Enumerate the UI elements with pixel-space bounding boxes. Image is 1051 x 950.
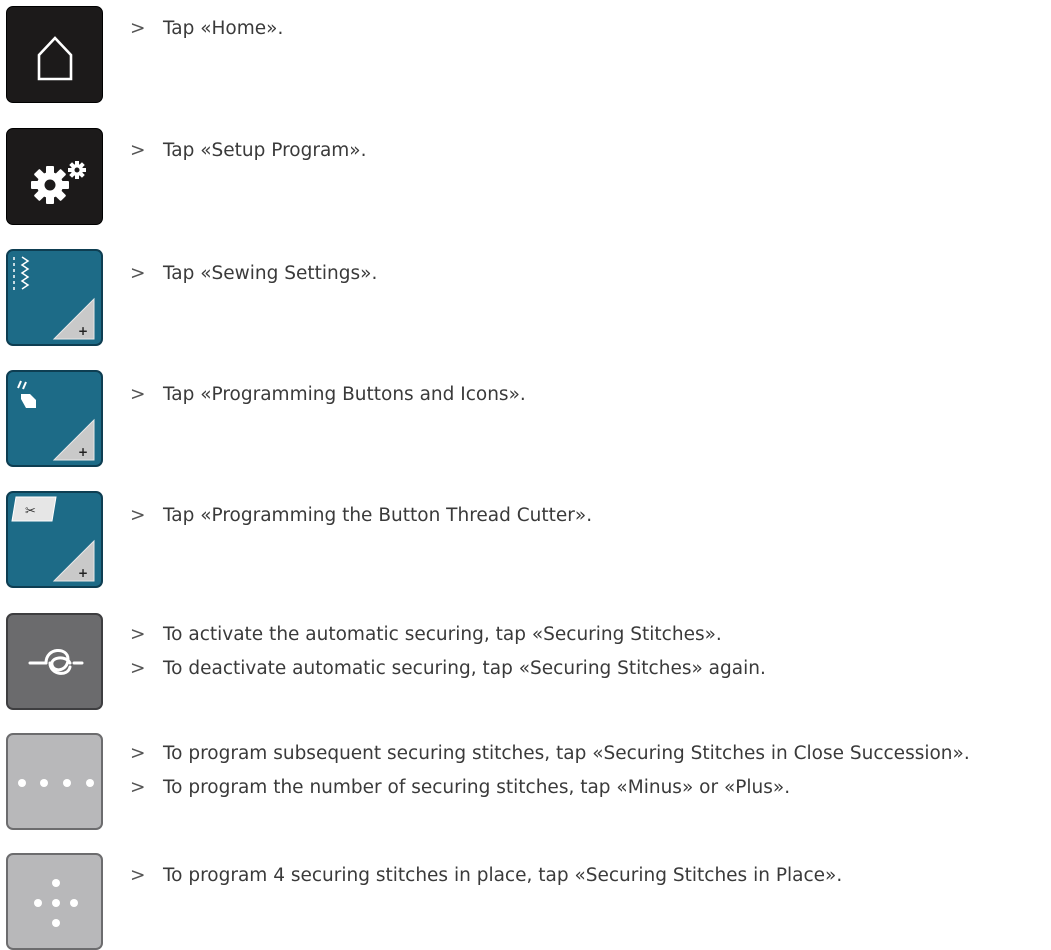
step-text: > Tap «Setup Program».: [130, 140, 367, 161]
step-text: > To program the number of securing stitc…: [130, 777, 791, 798]
sewing-settings-icon: +: [13, 256, 95, 340]
securing-close-succession-button[interactable]: [6, 733, 103, 830]
svg-text:+: +: [78, 566, 88, 580]
thread-cutter-icon: ✂ +: [11, 496, 95, 582]
sewing-settings-button[interactable]: +: [6, 249, 103, 346]
svg-text:✂: ✂: [25, 504, 36, 519]
home-icon: [37, 36, 73, 81]
programming-buttons-button[interactable]: +: [6, 370, 103, 467]
thread-cutter-button[interactable]: ✂ +: [6, 491, 103, 588]
setup-program-button[interactable]: [6, 128, 103, 225]
step-text: > Tap «Home».: [130, 18, 284, 39]
securing-in-place-button[interactable]: [6, 853, 103, 950]
securing-in-place-icon: [34, 879, 78, 927]
setup-program-icon: [31, 161, 86, 204]
step-text: > To program subsequent securing stitches…: [130, 743, 970, 764]
svg-text:+: +: [78, 445, 88, 459]
step-text: > To program 4 securing stitches in place…: [130, 865, 843, 886]
svg-text:+: +: [78, 324, 88, 338]
step-text: > Tap «Programming Buttons and Icons».: [130, 384, 526, 405]
securing-close-succession-icon: [18, 779, 94, 787]
step-text: > To activate the automatic securing, tap…: [130, 624, 722, 645]
step-text: > Tap «Programming the Button Thread Cutt…: [130, 505, 593, 526]
securing-stitches-button[interactable]: [6, 613, 103, 710]
step-text: > To deactivate automatic securing, tap «…: [130, 658, 766, 679]
home-button[interactable]: [6, 6, 103, 103]
instruction-page: { "steps": [ { "icon": "home-icon", "lin…: [0, 0, 1051, 950]
programming-buttons-icon: +: [17, 380, 95, 461]
step-text: > Tap «Sewing Settings».: [130, 263, 378, 284]
securing-stitches-icon: [28, 649, 84, 675]
